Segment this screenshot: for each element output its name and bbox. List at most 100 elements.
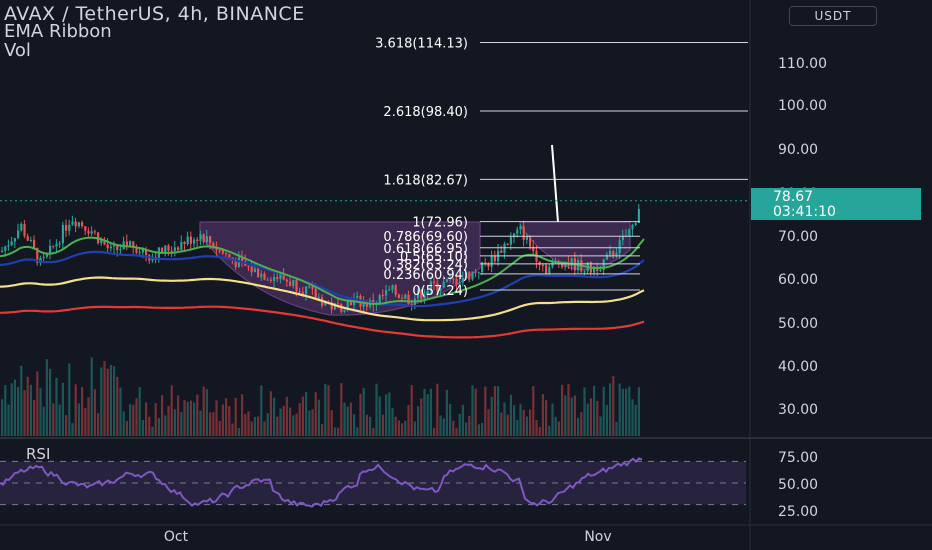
volume-bar bbox=[113, 366, 116, 436]
candle-body bbox=[305, 286, 308, 295]
currency-button[interactable]: USDT bbox=[789, 6, 877, 26]
candle-body bbox=[401, 297, 404, 299]
candle-body bbox=[490, 255, 493, 267]
volume-bar bbox=[241, 394, 244, 436]
candle-body bbox=[189, 236, 192, 244]
volume-bar bbox=[205, 389, 208, 436]
candle-body bbox=[74, 221, 77, 227]
volume-bar bbox=[212, 412, 215, 436]
candle-body bbox=[106, 244, 109, 249]
candle-body bbox=[474, 271, 477, 273]
volume-bar bbox=[525, 416, 528, 436]
candle-body bbox=[177, 247, 180, 250]
candle-body bbox=[356, 296, 359, 298]
volume-bar bbox=[423, 388, 426, 436]
volume-bar bbox=[554, 416, 557, 436]
volume-bar bbox=[413, 421, 416, 436]
y-tick-label: 60.00 bbox=[778, 272, 818, 288]
candle-body bbox=[228, 254, 231, 258]
volume-bar bbox=[215, 400, 218, 436]
candle-body bbox=[391, 285, 394, 290]
volume-bar bbox=[551, 403, 554, 436]
volume-bar bbox=[97, 413, 100, 436]
candle-body bbox=[109, 246, 112, 249]
rsi-legend[interactable]: RSI bbox=[26, 445, 50, 463]
volume-bar bbox=[593, 385, 596, 436]
volume-bar bbox=[289, 407, 292, 436]
volume-bar bbox=[628, 386, 631, 436]
volume-bar bbox=[141, 419, 144, 436]
candle-body bbox=[180, 241, 183, 250]
candle-body bbox=[516, 229, 519, 234]
candle-body bbox=[266, 279, 269, 281]
volume-bar bbox=[253, 416, 256, 436]
volume-bar bbox=[301, 396, 304, 436]
candle-body bbox=[388, 289, 391, 291]
volume-bar bbox=[541, 393, 544, 436]
volume-bar bbox=[135, 398, 138, 436]
volume-bar bbox=[529, 409, 532, 436]
volume-bar bbox=[93, 389, 96, 436]
candle-body bbox=[634, 222, 637, 225]
y-tick-label: 100.00 bbox=[778, 98, 827, 114]
volume-bar bbox=[385, 394, 388, 436]
volume-bar bbox=[522, 409, 525, 436]
volume-bar bbox=[426, 394, 429, 436]
volume-bar bbox=[324, 383, 327, 436]
candle-body bbox=[33, 239, 36, 248]
volume-bar bbox=[282, 405, 285, 436]
volume-bar bbox=[250, 421, 253, 436]
volume-bar bbox=[1, 399, 4, 436]
candle-body bbox=[209, 236, 212, 244]
volume-bar bbox=[23, 390, 26, 436]
volume-bar bbox=[362, 387, 365, 436]
candle-body bbox=[273, 276, 276, 281]
volume-bar bbox=[125, 421, 128, 436]
volume-bar bbox=[458, 414, 461, 436]
candle-body bbox=[314, 288, 317, 298]
candle-body bbox=[29, 239, 32, 241]
volume-bar bbox=[77, 403, 80, 436]
volume-bar bbox=[138, 387, 141, 436]
candle-body bbox=[81, 222, 84, 227]
volume-legend[interactable]: Vol bbox=[4, 40, 31, 61]
candle-body bbox=[1, 250, 4, 252]
candle-body bbox=[186, 236, 189, 245]
candle-body bbox=[125, 241, 128, 246]
candle-body bbox=[253, 268, 256, 273]
volume-bar bbox=[327, 385, 330, 436]
candle-body bbox=[583, 271, 586, 273]
volume-bar bbox=[266, 413, 269, 436]
volume-bar bbox=[359, 393, 362, 436]
price-chart[interactable]: 110.00100.0090.0080.0070.0060.0050.0040.… bbox=[0, 0, 932, 550]
ema-ribbon-legend[interactable]: EMA Ribbon bbox=[4, 21, 112, 42]
candle-body bbox=[202, 234, 205, 243]
volume-bar bbox=[417, 406, 420, 436]
y-tick-label: 30.00 bbox=[778, 402, 818, 418]
volume-bar bbox=[615, 421, 618, 436]
volume-bar bbox=[404, 420, 407, 436]
volume-bar bbox=[564, 395, 567, 436]
volume-bar bbox=[455, 427, 458, 436]
candle-body bbox=[84, 226, 87, 231]
volume-bar bbox=[609, 383, 612, 436]
volume-bar bbox=[180, 412, 183, 436]
candle-body bbox=[522, 226, 525, 240]
volume-bar bbox=[481, 422, 484, 436]
candle-body bbox=[90, 231, 93, 234]
candle-body bbox=[500, 250, 503, 253]
volume-bar bbox=[397, 420, 400, 436]
candle-body bbox=[196, 239, 199, 242]
volume-bar bbox=[186, 401, 189, 436]
candle-body bbox=[506, 244, 509, 246]
candle-body bbox=[509, 237, 512, 245]
volume-bar bbox=[26, 376, 29, 436]
volume-bar bbox=[369, 416, 372, 436]
candle-body bbox=[71, 221, 74, 225]
volume-bar bbox=[154, 403, 157, 436]
candle-body bbox=[468, 272, 471, 280]
volume-bar bbox=[468, 415, 471, 436]
candle-body bbox=[541, 264, 544, 266]
candle-body bbox=[52, 245, 55, 247]
fib-level-label: 0(57.24) bbox=[412, 284, 468, 299]
